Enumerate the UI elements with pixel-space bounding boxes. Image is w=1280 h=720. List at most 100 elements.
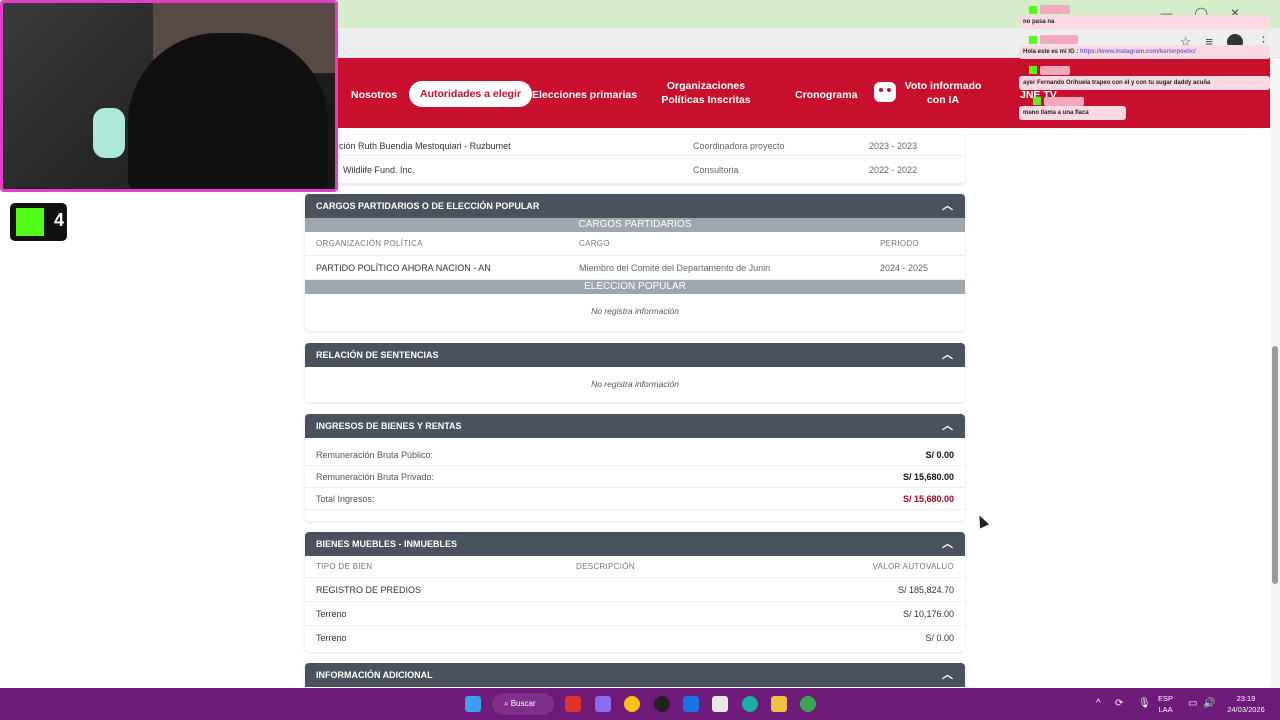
copilot-icon[interactable] — [595, 696, 611, 712]
search-label: Buscar — [510, 699, 536, 708]
github-icon[interactable] — [654, 696, 670, 712]
chat-message: mano llama a una flaca — [1019, 106, 1126, 120]
chat-username — [1040, 5, 1070, 14]
table-row: Remuneración Bruta Privado: S/ 15,680.00 — [305, 466, 965, 488]
chat-text: no pasa na — [1023, 19, 1055, 25]
chat-message: no pasa na — [1019, 15, 1270, 29]
logo-number: 4 — [54, 210, 65, 230]
nav-nosotros[interactable]: Nosotros — [351, 88, 397, 102]
column-header: DESCRIPCIÓN — [576, 562, 635, 571]
nav-cronograma[interactable]: Cronograma — [795, 88, 857, 102]
mouse-cursor — [974, 513, 990, 529]
table-header: TIPO DE BIEN DESCRIPCIÓN VALOR AUTOVALUO — [305, 556, 965, 578]
language-indicator[interactable]: ESP LAA — [1158, 693, 1173, 715]
total-income-value: S/ 15,680.00 — [902, 494, 954, 504]
network-icon[interactable]: ▭ — [1188, 698, 1197, 709]
edge-icon[interactable] — [742, 696, 758, 712]
column-header: CARGO — [579, 239, 610, 248]
kick-badge-icon — [1033, 97, 1041, 105]
asset-value: S/ 10,176.00 — [902, 609, 954, 619]
section-title: INGRESOS DE BIENES Y RENTAS — [316, 421, 462, 431]
income-value: S/ 0.00 — [925, 450, 954, 460]
column-header: PERIODO — [880, 239, 919, 248]
clock-time: 23:19 — [1236, 694, 1256, 703]
asset-value: S/ 185,824.70 — [897, 585, 954, 595]
section-title: INFORMACIÓN ADICIONAL — [316, 670, 433, 680]
chat-link[interactable]: https://www.instagram.com/karterpoetic/ — [1080, 49, 1196, 55]
kick-badge-icon — [1029, 6, 1037, 14]
income-label: Remuneración Bruta Privado: — [316, 472, 435, 482]
store-icon[interactable] — [712, 696, 728, 712]
total-income-label: Total Ingresos: — [316, 494, 375, 504]
cargos-card: CARGOS PARTIDARIOS O DE ELECCIÓN POPULAR… — [305, 194, 965, 331]
adicional-card: INFORMACIÓN ADICIONAL ︿ — [305, 663, 965, 688]
empty-message: No registra información — [591, 379, 679, 389]
app-icon[interactable] — [565, 696, 581, 712]
experience-org: Wildlife Fund. Inc. — [343, 165, 415, 175]
adicional-header[interactable]: INFORMACIÓN ADICIONAL ︿ — [305, 663, 965, 687]
ingresos-header[interactable]: INGRESOS DE BIENES Y RENTAS ︿ — [305, 414, 965, 438]
microphone-image — [93, 108, 125, 158]
cargo-period: 2024 - 2025 — [880, 263, 929, 273]
sentencias-card: RELACIÓN DE SENTENCIAS ︿ No registra inf… — [305, 343, 965, 402]
empty-message: No registra información — [591, 306, 679, 316]
table-row: Wildlife Fund. Inc. Consultoria 2022 - 2… — [305, 156, 965, 184]
column-header: TIPO DE BIEN — [316, 562, 373, 571]
table-row: ción Ruth Buendia Mestoquiari - Ruzbumet… — [305, 128, 965, 156]
kick-k-icon — [16, 208, 44, 236]
experience-card: ción Ruth Buendia Mestoquiari - Ruzbumet… — [305, 128, 965, 184]
chevron-up-icon[interactable]: ︿ — [942, 343, 953, 367]
mail-icon[interactable] — [683, 696, 699, 712]
cargo-role: Miembro del Comité del Departamento de J… — [579, 263, 771, 273]
chevron-up-icon[interactable]: ︿ — [942, 414, 953, 438]
taskbar-search[interactable]: ⌕ Buscar — [492, 693, 554, 715]
chevron-up-icon[interactable]: ︿ — [942, 532, 953, 556]
table-row: Total Ingresos: S/ 15,680.00 — [305, 488, 965, 510]
streamer-image — [128, 33, 328, 189]
nav-elecciones-primarias[interactable]: Elecciones primarias — [532, 88, 637, 102]
chrome-active-icon[interactable] — [800, 696, 816, 712]
file-explorer-icon[interactable] — [771, 696, 787, 712]
scrollbar-thumb[interactable] — [1272, 346, 1278, 584]
k4-logo: 4 — [10, 203, 67, 241]
bienes-header[interactable]: BIENES MUEBLES - INMUEBLES ︿ — [305, 532, 965, 556]
ingresos-card: INGRESOS DE BIENES Y RENTAS ︿ Remuneraci… — [305, 414, 965, 521]
table-row: Terreno S/ 0.00 — [305, 626, 965, 650]
column-header: ORGANIZACIÓN POLÍTICA — [316, 239, 423, 248]
tray-app-icon[interactable]: ⟳ — [1115, 698, 1123, 709]
table-row: PARTIDO POLÍTICO AHORA NACION - AN Miemb… — [305, 256, 965, 280]
asset-type: Terreno — [316, 609, 347, 619]
chat-text: mano llama a una flaca — [1023, 110, 1089, 116]
chevron-up-icon[interactable]: ︿ — [942, 194, 953, 218]
chevron-up-icon[interactable]: ︿ — [942, 663, 953, 687]
chrome-icon[interactable] — [624, 696, 640, 712]
nav-voto-informado[interactable]: Voto informado con IA — [898, 79, 988, 107]
clock[interactable]: 23:19 24/03/2026 — [1224, 693, 1268, 715]
nav-organizaciones[interactable]: Organizaciones Políticas Inscritas — [650, 79, 762, 107]
microphone-icon[interactable]: 🎙 — [1138, 698, 1151, 709]
chat-message: ayer Fernando Orihuela trapeo con él y c… — [1019, 76, 1270, 90]
chat-username — [1040, 35, 1078, 44]
kick-badge-icon — [1029, 66, 1037, 74]
volume-icon[interactable]: 🔊 — [1203, 698, 1215, 709]
tray-overflow-icon[interactable]: ^ — [1096, 698, 1101, 709]
kick-badge-icon — [1029, 36, 1037, 44]
asset-value: S/ 0.00 — [925, 633, 954, 643]
chat-text: ayer Fernando Orihuela trapeo con él y c… — [1023, 80, 1211, 86]
table-row: Terreno S/ 10,176.00 — [305, 602, 965, 626]
table-row: Remuneración Bruta Público: S/ 0.00 — [305, 444, 965, 466]
section-title: BIENES MUEBLES - INMUEBLES — [316, 539, 458, 549]
taskbar: ⌕ Buscar ^ ⟳ 🎙 ESP LAA ▭ 🔊 23:19 24/03/2… — [0, 688, 1280, 720]
column-header: VALOR AUTOVALUO — [872, 562, 954, 571]
nav-autoridades[interactable]: Autoridades a elegir — [409, 81, 532, 107]
table-header: ORGANIZACIÓN POLÍTICA CARGO PERIODO — [305, 232, 965, 256]
windows-start-icon[interactable] — [465, 696, 481, 712]
chat-username — [1040, 66, 1070, 75]
language-code: ESP — [1158, 694, 1174, 703]
chat-username — [1044, 97, 1084, 106]
asset-type: Terreno — [316, 633, 347, 643]
experience-period: 2022 - 2022 — [869, 165, 918, 175]
asset-type: REGISTRO DE PREDIOS — [316, 585, 422, 595]
cargos-header[interactable]: CARGOS PARTIDARIOS O DE ELECCIÓN POPULAR… — [305, 194, 965, 218]
sentencias-header[interactable]: RELACIÓN DE SENTENCIAS ︿ — [305, 343, 965, 367]
